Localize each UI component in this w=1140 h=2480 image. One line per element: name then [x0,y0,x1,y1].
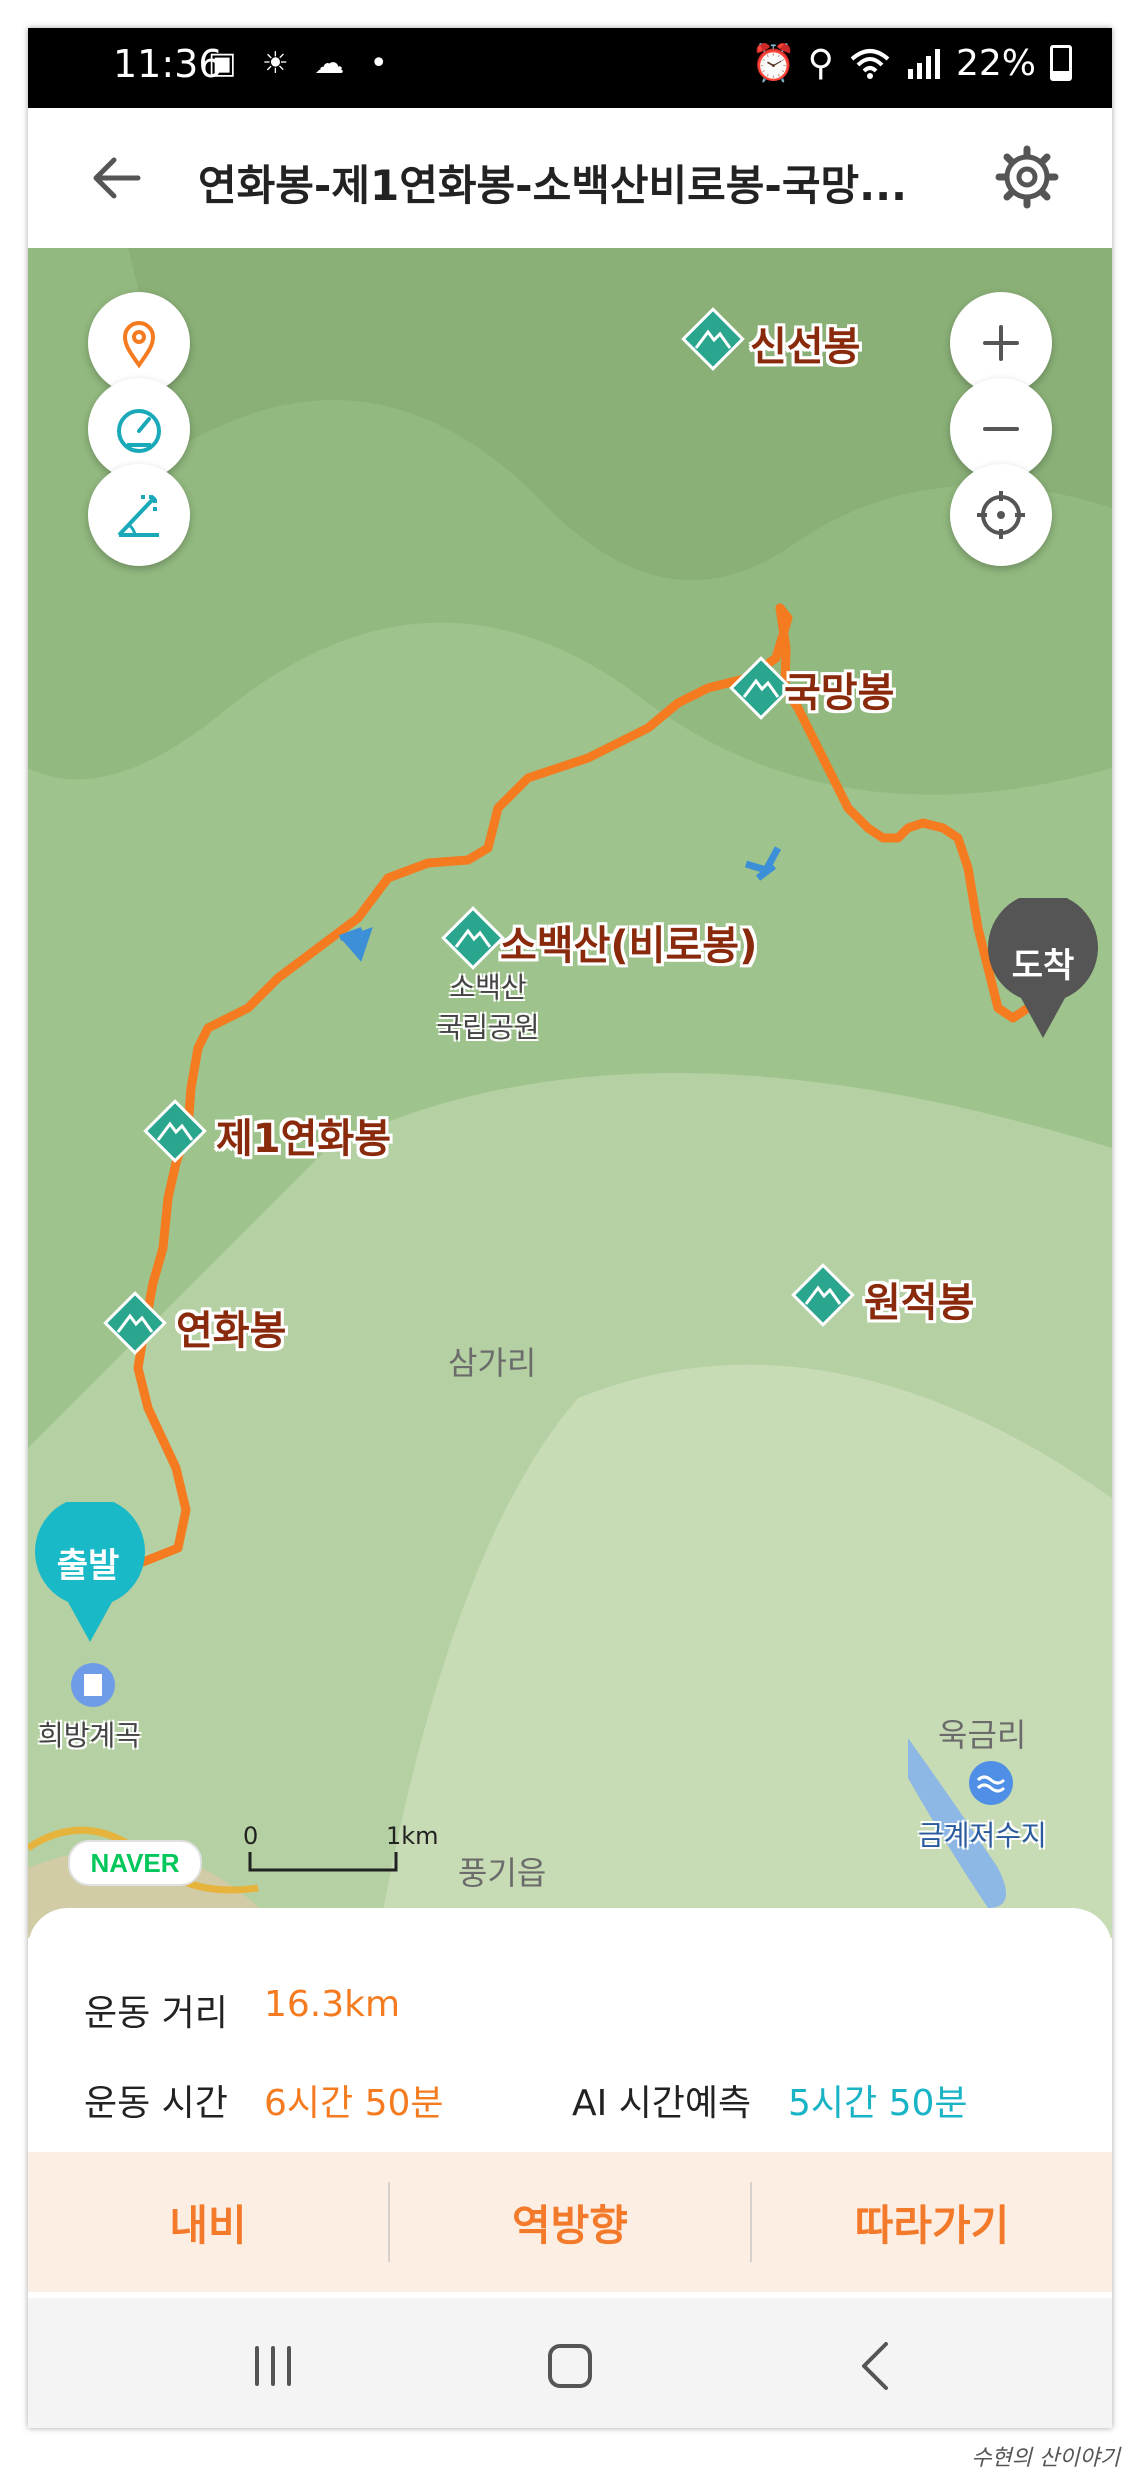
mountain-marker-icon[interactable] [140,1096,210,1166]
crosshair-icon [977,491,1025,539]
peak-label-jeil[interactable]: 제1연화봉 [216,1106,391,1164]
ai-time-label: AI 시간예측 [572,2083,752,2124]
area-label-heebang: 희방계곡 [38,1719,142,1752]
map-view[interactable]: 신선봉 국망봉 소백산(비로봉) 소백산 국립공원 제1연화봉 연화봉 원적봉 … [28,248,1112,1938]
area-label-geumgye: 금계저수지 [918,1819,1047,1852]
plus-icon [983,325,1019,361]
home-icon[interactable] [540,2336,600,2396]
peak-label-gukmangbong[interactable]: 국망봉 [784,660,894,718]
battery-icon [1050,45,1072,81]
wifi-icon [850,49,890,79]
reservoir-icon [969,1761,1013,1805]
action-bar: 내비 역방향 따라가기 [28,2152,1112,2292]
end-marker-label: 도착 [1011,946,1075,986]
back-nav-icon[interactable] [848,2336,908,2396]
navi-button[interactable]: 내비 [28,2152,388,2292]
area-label-samgari: 삼가리 [448,1344,537,1382]
peak-label-sinseonbong[interactable]: 신선봉 [750,314,860,372]
ai-time-value: 5시간 50분 [788,2083,968,2124]
status-bar: 11:36 ▣ ☀ ☁ • ⏰ ⚲ 22% [28,28,1112,108]
park-label: 소백산 국립공원 [436,971,540,1044]
start-marker-label: 출발 [56,1546,120,1586]
battery-percent: 22% [955,42,1036,84]
mountain-marker-icon[interactable] [438,903,508,973]
status-right: ⏰ ⚲ 22% [751,42,1072,84]
page-title: 연화봉-제1연화봉-소백산비로봉-국망... [198,161,907,210]
phone-screen: 11:36 ▣ ☀ ☁ • ⏰ ⚲ 22% 연화봉-제1연화봉-소백산비로봉-국… [28,28,1112,2428]
naver-logo: NAVER [68,1840,202,1886]
valley-icon [71,1663,115,1707]
signal-icon [907,49,940,79]
distance-label: 운동 거리 [84,1993,228,2034]
app-header: 연화봉-제1연화봉-소백산비로봉-국망... [28,108,1112,248]
reverse-button[interactable]: 역방향 [390,2152,750,2292]
slope-button[interactable] [88,464,190,566]
speedometer-icon [117,409,161,453]
back-arrow-icon[interactable] [88,148,148,208]
mountain-marker-icon[interactable] [678,304,748,374]
status-time: 11:36 [113,42,223,86]
follow-button[interactable]: 따라가기 [752,2152,1112,2292]
terrain-map [28,248,1112,1938]
slope-icon [117,495,159,537]
time-label: 운동 시간 [84,2083,228,2124]
minus-icon [983,427,1019,431]
my-location-button[interactable] [950,464,1052,566]
gear-icon[interactable] [994,144,1060,210]
mountain-marker-icon[interactable] [788,1260,858,1330]
alarm-location-icons: ⏰ ⚲ [751,43,834,84]
watermark: 수현의 산이야기 [971,2446,1120,2471]
area-label-poonggi: 풍기읍 [458,1854,547,1892]
area-label-ukgeumri: 욱금리 [938,1716,1027,1754]
location-pin-icon [122,321,156,369]
notification-icons: ▣ ☀ ☁ • [208,46,396,81]
time-value: 6시간 50분 [264,2083,444,2124]
system-nav-bar [28,2298,1112,2428]
mountain-marker-icon[interactable] [100,1288,170,1358]
peak-label-yeonhwabong[interactable]: 연화봉 [176,1298,286,1356]
distance-value: 16.3km [264,1984,401,2025]
recent-apps-icon[interactable] [243,2336,303,2396]
peak-label-sobaeksan[interactable]: 소백산(비로봉) [500,913,757,971]
peak-label-wonjeokbong[interactable]: 원적봉 [864,1270,974,1328]
scale-bar [248,1852,398,1872]
